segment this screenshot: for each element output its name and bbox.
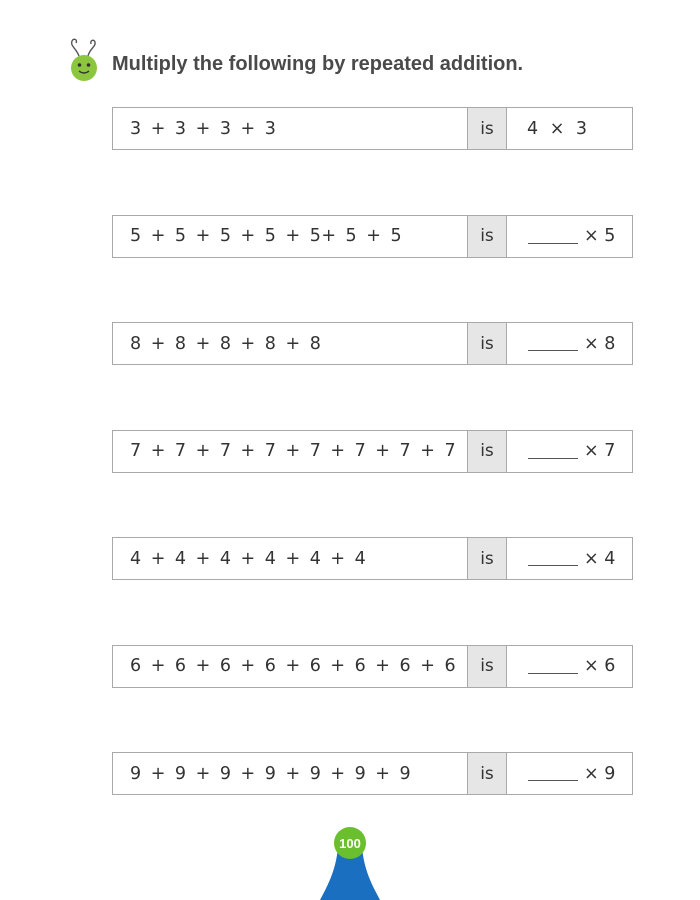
exercise-row: 4 + 4 + 4 + 4 + 4 + 4 is × 4 <box>112 537 633 580</box>
addition-expression: 3 + 3 + 3 + 3 <box>113 108 468 149</box>
answer-cell: × 8 <box>507 323 632 364</box>
worksheet-header: Multiply the following by repeated addit… <box>66 38 523 82</box>
green-bug-icon <box>70 38 97 81</box>
addition-expression: 7 + 7 + 7 + 7 + 7 + 7 + 7 + 7 <box>113 430 468 472</box>
addition-expression: 4 + 4 + 4 + 4 + 4 + 4 <box>113 538 468 579</box>
exercise-row: 6 + 6 + 6 + 6 + 6 + 6 + 6 + 6 is × 6 <box>112 644 633 688</box>
is-label: is <box>468 323 507 364</box>
exercise-row: 5 + 5 + 5 + 5 + 5+ 5 + 5 is × 5 <box>112 214 633 258</box>
addition-expression: 6 + 6 + 6 + 6 + 6 + 6 + 6 + 6 <box>113 645 468 687</box>
answer-blank[interactable] <box>528 766 578 781</box>
example-answer: 4 × 3 <box>527 118 588 139</box>
is-label: is <box>468 430 507 472</box>
answer-cell: × 5 <box>507 216 632 257</box>
multiplier-label: × 4 <box>584 548 616 569</box>
answer-blank[interactable] <box>528 659 578 674</box>
is-label: is <box>468 753 507 794</box>
exercise-row: 9 + 9 + 9 + 9 + 9 + 9 + 9 is × 9 <box>112 752 633 795</box>
addition-expression: 8 + 8 + 8 + 8 + 8 <box>113 323 468 364</box>
multiplier-label: × 5 <box>584 226 616 246</box>
page-number: 100 <box>339 835 361 851</box>
exercise-row: 8 + 8 + 8 + 8 + 8 is × 8 <box>112 322 633 365</box>
is-label: is <box>468 108 507 149</box>
is-label: is <box>468 215 507 257</box>
instruction-text: Multiply the following by repeated addit… <box>112 52 524 75</box>
answer-cell: × 9 <box>507 753 632 794</box>
exercise-row-example: 3 + 3 + 3 + 3 is 4 × 3 <box>112 107 633 150</box>
exercise-row: 7 + 7 + 7 + 7 + 7 + 7 + 7 + 7 is × 7 <box>112 429 633 473</box>
answer-cell: × 7 <box>507 431 632 472</box>
answer-blank[interactable] <box>528 551 578 566</box>
exercise-list: 3 + 3 + 3 + 3 is 4 × 3 5 + 5 + 5 + 5 + 5… <box>112 107 633 860</box>
is-label: is <box>468 645 507 687</box>
multiplier-label: × 7 <box>584 441 616 461</box>
addition-expression: 9 + 9 + 9 + 9 + 9 + 9 + 9 <box>113 753 468 794</box>
multiplier-label: × 9 <box>584 763 616 784</box>
answer-cell: × 4 <box>507 538 632 579</box>
multiplier-label: × 6 <box>584 656 616 676</box>
is-label: is <box>468 538 507 579</box>
answer-cell: × 6 <box>507 646 632 687</box>
answer-blank[interactable] <box>528 336 578 351</box>
multiplier-label: × 8 <box>584 333 616 354</box>
answer-blank[interactable] <box>528 444 578 459</box>
answer-blank[interactable] <box>528 229 578 244</box>
addition-expression: 5 + 5 + 5 + 5 + 5+ 5 + 5 <box>113 215 468 257</box>
